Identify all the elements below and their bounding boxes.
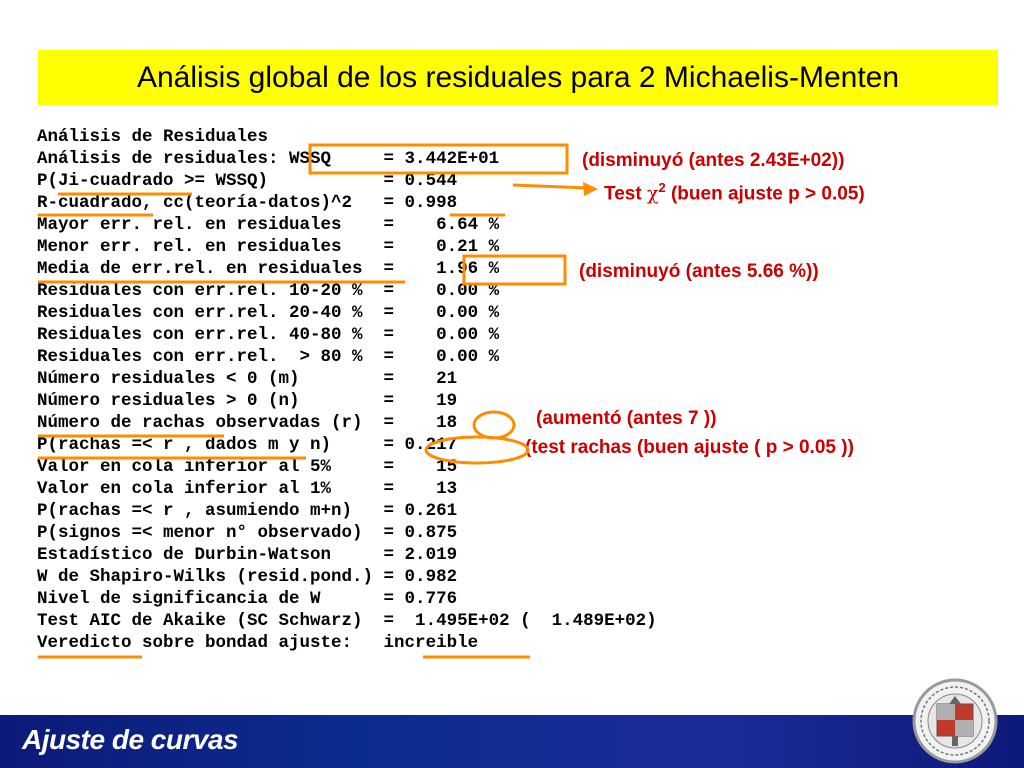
output-line: Menor err. rel. en residuales = 0.21 %: [37, 237, 500, 257]
output-line: Nivel de significancia de W = 0.776: [37, 589, 458, 609]
output-line: W de Shapiro-Wilks (resid.pond.) = 0.982: [37, 567, 458, 587]
output-line: Número residuales > 0 (n) = 19: [37, 391, 458, 411]
output-line: Número de rachas observadas (r) = 18: [37, 413, 458, 433]
chi-symbol: χ: [646, 182, 659, 205]
media-annotation: (disminuyó (antes 5.66 %)): [579, 261, 819, 282]
output-line: Residuales con err.rel. 40-80 % = 0.00 %: [37, 325, 500, 345]
output-line: Residuales con err.rel. 10-20 % = 0.00 %: [37, 281, 500, 301]
slide-title: Análisis global de los residuales para 2…: [136, 60, 900, 94]
output-line: Análisis de residuales: WSSQ = 3.442E+01: [37, 149, 500, 169]
output-line: P(Ji-cuadrado >= WSSQ) = 0.544: [37, 171, 458, 191]
output-line: Número residuales < 0 (m) = 21: [37, 369, 458, 389]
output-line: Veredicto sobre bondad ajuste: increible: [37, 633, 479, 653]
output-line: Test AIC de Akaike (SC Schwarz) = 1.495E…: [37, 611, 657, 631]
title-bar: Análisis global de los residuales para 2…: [38, 50, 998, 105]
output-line: R-cuadrado, cc(teoría-datos)^2 = 0.998: [37, 193, 458, 213]
output-line: Valor en cola inferior al 1% = 13: [37, 479, 458, 499]
output-line: Análisis de Residuales: [37, 127, 269, 147]
chi-test-suffix: (buen ajuste p > 0.05): [665, 183, 865, 205]
chi-arrow-line: [512, 183, 589, 190]
rachas-annotation: (aumentó (antes 7 )): [536, 408, 717, 429]
wssq-annotation: (disminuyó (antes 2.43E+02)): [582, 150, 845, 171]
output-line: Residuales con err.rel. > 80 % = 0.00 %: [37, 347, 500, 367]
chi-arrow-head: [583, 182, 598, 196]
output-line: Residuales con err.rel. 20-40 % = 0.00 %: [37, 303, 500, 323]
chi-superscript: 2: [658, 180, 666, 195]
rachas-test-annotation: (test rachas (buen ajuste ( p > 0.05 )): [525, 437, 854, 458]
output-line: Mayor err. rel. en residuales = 6.64 %: [37, 215, 500, 235]
footer-title: Ajuste de curvas: [22, 724, 239, 755]
output-line: P(signos =< menor n° observado) = 0.875: [37, 523, 458, 543]
output-line: P(rachas =< r , asumiendo m+n) = 0.261: [37, 501, 458, 521]
rachas-circle: [472, 410, 516, 440]
output-line: Valor en cola inferior al 5% = 15: [37, 457, 458, 477]
output-line: Media de err.rel. en residuales = 1.96 %: [37, 259, 500, 279]
chi-square-annotation: Test χ2 (buen ajuste p > 0.05): [604, 180, 865, 205]
output-line: P(rachas =< r , dados m y n) = 0.217: [37, 435, 458, 455]
university-seal-icon: [912, 678, 998, 764]
output-line: Estadístico de Durbin-Watson = 2.019: [37, 545, 458, 565]
chi-test-prefix: Test: [604, 183, 647, 205]
